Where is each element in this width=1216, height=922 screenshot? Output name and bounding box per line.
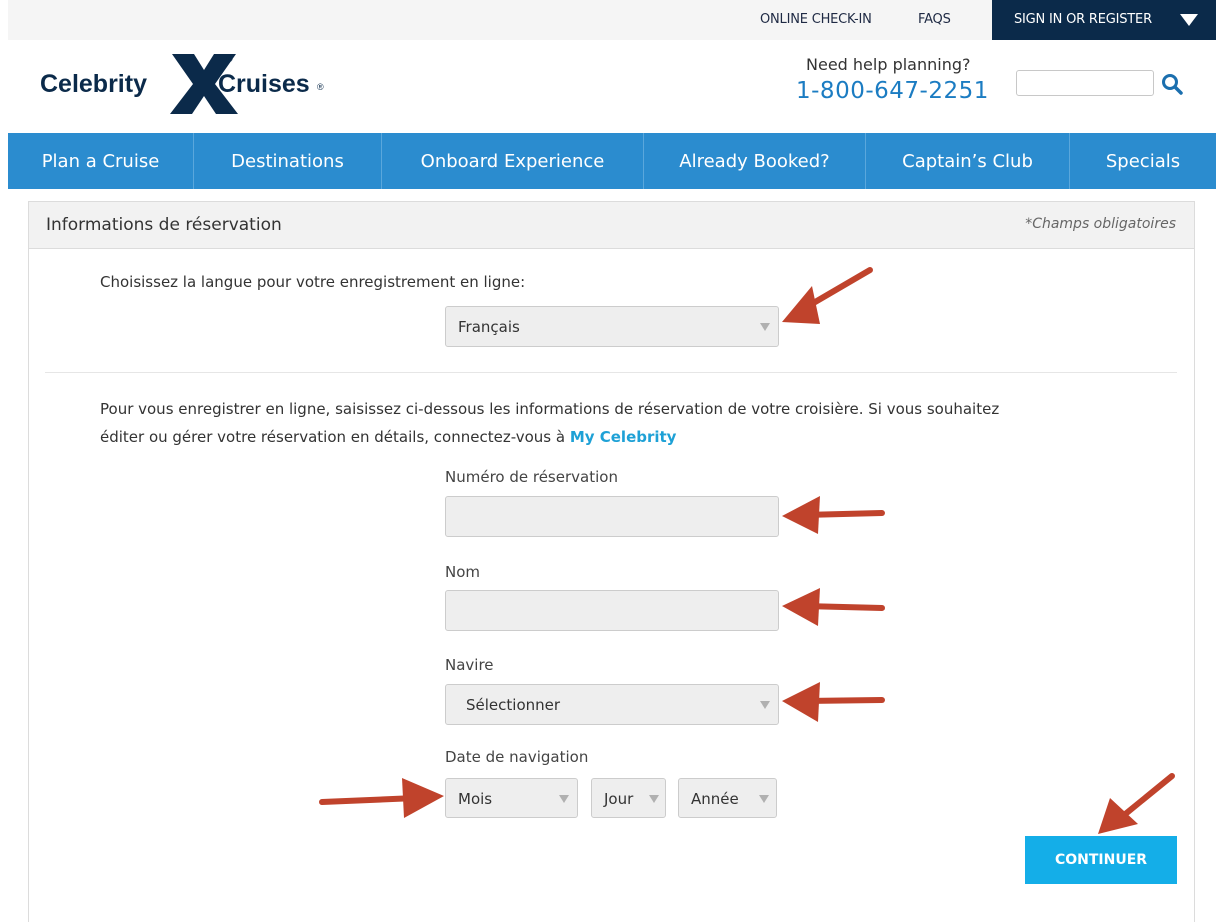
sailing-date-label: Date de navigation	[445, 748, 589, 766]
language-select-value: Français	[458, 318, 520, 336]
chevron-down-icon	[559, 795, 569, 803]
language-prompt: Choisissez la langue pour votre enregist…	[100, 273, 526, 291]
svg-text:®: ®	[317, 82, 324, 92]
panel-title: Informations de réservation	[46, 215, 282, 235]
ship-select-value: Sélectionner	[466, 696, 561, 714]
annotation-arrow-icon	[782, 267, 873, 324]
nav-plan-a-cruise[interactable]: Plan a Cruise	[8, 133, 194, 189]
day-select-value: Jour	[604, 790, 634, 808]
online-checkin-link[interactable]: ONLINE CHECK-IN	[760, 12, 872, 27]
intro-text-line2-row: éditer ou gérer votre réservation en dét…	[100, 424, 676, 450]
nav-already-booked[interactable]: Already Booked?	[644, 133, 866, 189]
nav-captains-club[interactable]: Captain’s Club	[866, 133, 1070, 189]
name-field[interactable]	[445, 590, 779, 631]
main-nav: Plan a Cruise Destinations Onboard Exper…	[8, 133, 1216, 189]
chevron-down-icon	[760, 701, 770, 709]
panel-header: Informations de réservation *Champs obli…	[29, 202, 1194, 249]
day-select[interactable]: Jour	[591, 778, 666, 818]
search-icon[interactable]	[1160, 72, 1184, 96]
logo-right-text: Cruises	[218, 70, 310, 98]
signin-label: SIGN IN OR REGISTER	[1014, 12, 1152, 27]
svg-text:®: ®	[226, 54, 233, 64]
my-celebrity-link[interactable]: My Celebrity	[570, 428, 677, 446]
reservation-number-label: Numéro de réservation	[445, 468, 618, 486]
month-select-value: Mois	[458, 790, 493, 808]
help-planning-text: Need help planning?	[806, 55, 971, 74]
annotation-arrow-icon	[782, 496, 885, 534]
name-label: Nom	[445, 563, 481, 581]
annotation-arrow-icon	[782, 682, 885, 722]
nav-specials[interactable]: Specials	[1070, 133, 1216, 189]
search-input[interactable]	[1016, 70, 1154, 96]
ship-label: Navire	[445, 656, 494, 674]
year-select-value: Année	[691, 790, 739, 808]
required-fields-note: *Champs obligatoires	[1025, 216, 1176, 232]
logo-left-text: Celebrity	[40, 70, 147, 98]
reservation-number-field[interactable]	[445, 496, 779, 537]
celebrity-cruises-logo[interactable]: Celebrity Cruises ® ®	[40, 50, 340, 116]
ship-select[interactable]: Sélectionner	[445, 684, 779, 725]
chevron-down-icon	[759, 795, 769, 803]
annotation-arrow-icon	[1098, 773, 1175, 834]
signin-register-button[interactable]: SIGN IN OR REGISTER	[992, 0, 1216, 40]
reservation-panel: Informations de réservation *Champs obli…	[28, 201, 1195, 922]
nav-destinations[interactable]: Destinations	[194, 133, 382, 189]
continue-button[interactable]: CONTINUER	[1025, 836, 1177, 884]
dropdown-triangle-icon	[1180, 14, 1198, 26]
chevron-down-icon	[760, 323, 770, 331]
intro-text-line1: Pour vous enregistrer en ligne, saisisse…	[100, 400, 1000, 418]
phone-number[interactable]: 1-800-647-2251	[796, 78, 989, 104]
annotation-arrow-icon	[319, 778, 444, 818]
language-select[interactable]: Français	[445, 306, 779, 347]
year-select[interactable]: Année	[678, 778, 777, 818]
annotation-arrow-icon	[782, 588, 885, 626]
nav-onboard-experience[interactable]: Onboard Experience	[382, 133, 644, 189]
intro-text-line2: éditer ou gérer votre réservation en dét…	[100, 428, 570, 446]
month-select[interactable]: Mois	[445, 778, 578, 818]
chevron-down-icon	[649, 795, 659, 803]
section-divider	[45, 372, 1177, 373]
faqs-link[interactable]: FAQS	[918, 12, 951, 27]
